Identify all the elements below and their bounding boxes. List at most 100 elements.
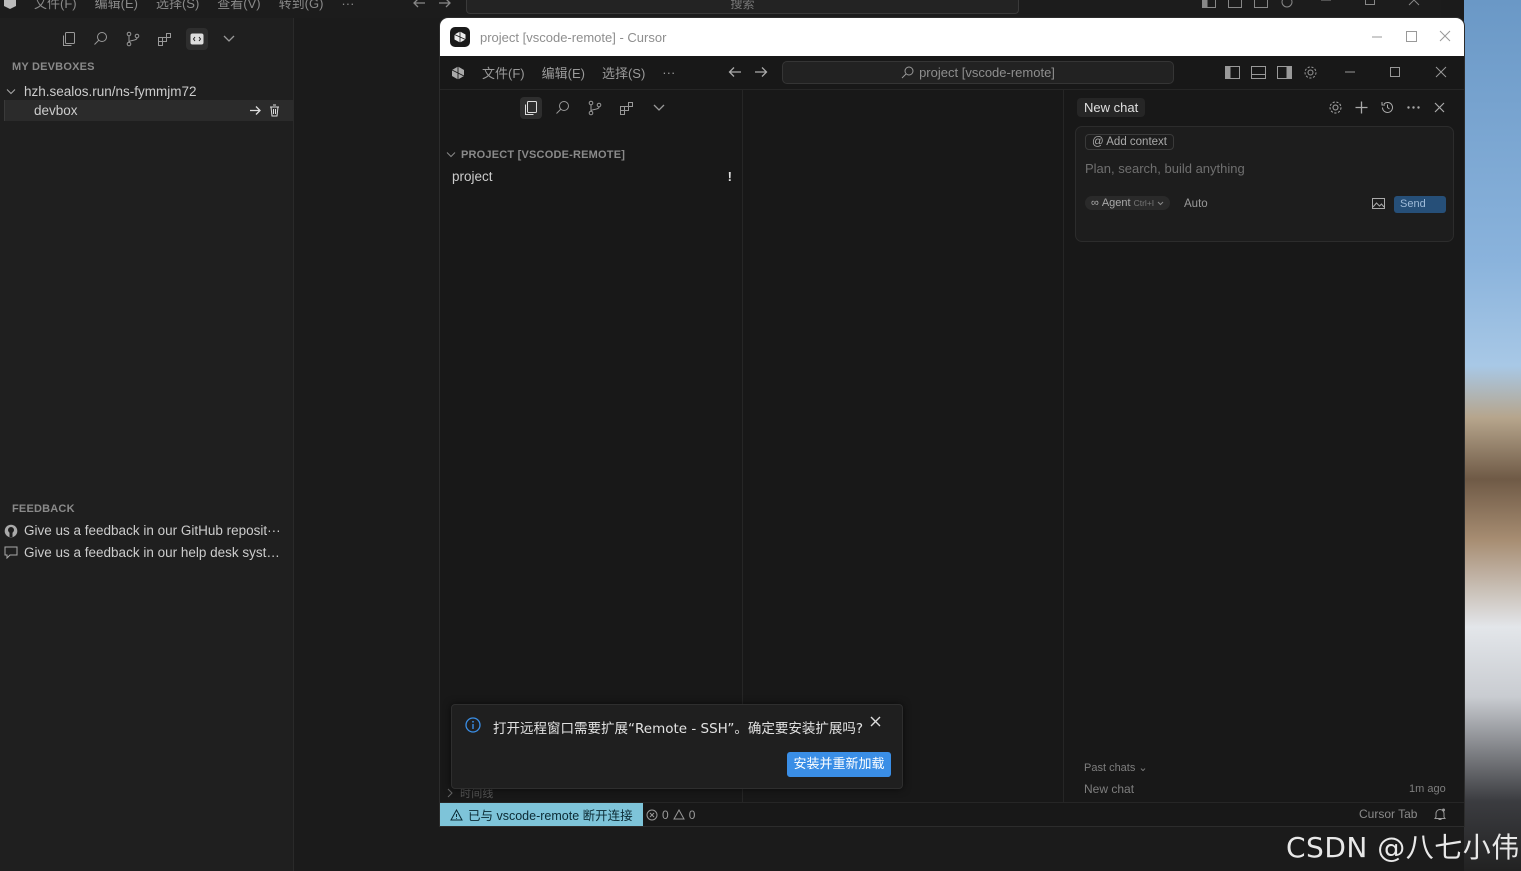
add-context-label: Add context <box>1106 136 1167 148</box>
chat-input-box[interactable]: @ Add context Plan, search, build anythi… <box>1075 126 1454 242</box>
chat-settings-gear-icon[interactable] <box>1327 99 1344 116</box>
remote-status-label: 已与 vscode-remote 断开连接 <box>468 809 633 823</box>
window-title: project [vscode-remote] - Cursor <box>480 29 667 45</box>
history-icon[interactable] <box>1379 99 1396 116</box>
bg-layout-icons[interactable] <box>1202 0 1294 8</box>
send-button[interactable]: Send <box>1394 196 1446 213</box>
devboxes-header[interactable]: MY DEVBOXES <box>12 61 95 73</box>
toggle-secondary-sidebar-icon[interactable] <box>1277 66 1292 79</box>
close-chat-icon[interactable] <box>1431 99 1448 116</box>
bg-menu-file[interactable]: 文件(F) <box>34 0 77 10</box>
toggle-panel-icon[interactable] <box>1251 66 1266 79</box>
send-label: Send <box>1400 198 1426 210</box>
bg-forward-arrow-icon[interactable] <box>438 0 452 8</box>
github-icon <box>4 524 18 538</box>
explorer-sidebar: PROJECT [VSCODE-REMOTE] project ! 时间线 <box>440 90 743 802</box>
past-chats-label: Past chats <box>1084 762 1136 774</box>
info-icon <box>465 717 481 733</box>
recent-chat-item[interactable]: New chat <box>1084 782 1134 796</box>
add-context-button[interactable]: @ Add context <box>1085 134 1174 150</box>
bg-sidebar: MY DEVBOXES hzh.sealos.run/ns-fymmjm72 d… <box>0 18 294 871</box>
devbox-row[interactable]: devbox <box>4 100 294 121</box>
bg-source-control-icon[interactable] <box>122 28 144 50</box>
feedback-helpdesk-label: Give us a feedback in our help desk syst… <box>24 545 286 560</box>
notification-bell-icon[interactable] <box>1434 808 1446 821</box>
app-menu-logo-icon[interactable] <box>451 66 465 80</box>
desktop-wallpaper <box>1464 0 1521 871</box>
close-icon[interactable] <box>1439 30 1451 42</box>
problems-indicator[interactable]: 0 0 <box>646 803 695 826</box>
install-and-reload-button[interactable]: 安装并重新加载 <box>787 752 891 777</box>
host-label: hzh.sealos.run/ns-fymmjm72 <box>24 84 197 99</box>
warning-triangle-icon <box>450 808 463 821</box>
trash-icon[interactable] <box>269 104 280 117</box>
editor-area[interactable] <box>744 90 1064 802</box>
menu-edit[interactable]: 编辑(E) <box>542 63 585 82</box>
agent-shortcut: Ctrl+I <box>1133 198 1155 208</box>
bg-more-views-chevron-icon[interactable] <box>218 28 240 50</box>
image-attach-icon[interactable] <box>1372 198 1385 209</box>
chat-input-placeholder[interactable]: Plan, search, build anything <box>1085 161 1245 176</box>
bg-menu-select[interactable]: 选择(S) <box>156 0 199 10</box>
back-arrow-icon[interactable] <box>728 66 742 78</box>
bg-explorer-icon[interactable] <box>58 28 80 50</box>
bg-menu-goto[interactable]: 转到(G) <box>279 0 324 10</box>
bg-menu-view[interactable]: 查看(V) <box>217 0 260 10</box>
more-views-chevron-icon[interactable] <box>648 97 670 119</box>
past-chats-toggle[interactable]: Past chats ⌄ <box>1084 761 1148 774</box>
toast-close-icon[interactable] <box>870 716 881 727</box>
minimize-icon[interactable] <box>1371 31 1383 43</box>
chevron-right-icon <box>446 788 454 798</box>
agent-mode-selector[interactable]: ∞ Agent Ctrl+I <box>1085 196 1171 210</box>
feedback-header[interactable]: FEEDBACK <box>12 503 75 515</box>
recent-chat-time: 1m ago <box>1409 783 1446 795</box>
feedback-helpdesk-row[interactable]: Give us a feedback in our help desk syst… <box>4 545 286 560</box>
tree-item-project[interactable]: project ! <box>452 169 732 184</box>
chevron-down-icon <box>446 151 456 159</box>
warning-icon <box>672 809 685 820</box>
search-view-icon[interactable] <box>552 97 574 119</box>
settings-gear-icon[interactable] <box>1303 65 1318 80</box>
project-section-header[interactable]: PROJECT [VSCODE-REMOTE] <box>446 149 625 161</box>
source-control-icon[interactable] <box>584 97 606 119</box>
tree-item-label: project <box>452 169 493 184</box>
bg-menu-edit[interactable]: 编辑(E) <box>95 0 138 10</box>
bg-extensions-icon[interactable] <box>154 28 176 50</box>
chat-tab-new-chat[interactable]: New chat <box>1077 98 1146 117</box>
chevron-down-icon <box>6 88 16 96</box>
bg-menu-more[interactable]: ··· <box>341 0 354 10</box>
forward-arrow-icon[interactable] <box>754 66 768 78</box>
command-center[interactable]: project [vscode-remote] <box>782 61 1174 84</box>
error-count: 0 <box>662 807 669 822</box>
new-chat-plus-icon[interactable] <box>1353 99 1370 116</box>
connect-arrow-icon[interactable] <box>249 105 262 116</box>
notification-message: 打开远程窗口需要扩展“Remote - SSH”。确定要安装扩展吗? <box>493 721 864 737</box>
window-titlebar[interactable]: project [vscode-remote] - Cursor <box>440 18 1464 56</box>
bg-search-box[interactable]: 搜索 <box>466 0 1019 14</box>
remote-status-indicator[interactable]: 已与 vscode-remote 断开连接 <box>440 803 643 826</box>
menu-more[interactable]: ··· <box>662 65 675 80</box>
explorer-icon[interactable] <box>520 97 542 119</box>
extensions-icon[interactable] <box>616 97 638 119</box>
menubar-minimize-icon[interactable] <box>1344 66 1356 78</box>
feedback-github-row[interactable]: Give us a feedback in our GitHub reposit… <box>4 523 286 538</box>
toggle-primary-sidebar-icon[interactable] <box>1225 66 1240 79</box>
more-ellipsis-icon[interactable] <box>1405 99 1422 116</box>
menu-file[interactable]: 文件(F) <box>482 63 525 82</box>
menubar-close-icon[interactable] <box>1435 66 1447 78</box>
bg-back-arrow-icon[interactable] <box>412 0 426 8</box>
bg-search-icon[interactable] <box>90 28 112 50</box>
host-row[interactable]: hzh.sealos.run/ns-fymmjm72 <box>6 84 197 99</box>
chat-toolbar <box>1327 99 1448 116</box>
status-bar: 已与 vscode-remote 断开连接 0 0 Cursor Tab <box>440 802 1464 826</box>
menu-select[interactable]: 选择(S) <box>602 63 645 82</box>
maximize-icon[interactable] <box>1405 30 1418 43</box>
bg-window-controls[interactable] <box>1320 0 1420 6</box>
cursor-tab-status[interactable]: Cursor Tab <box>1359 807 1417 821</box>
activity-bar <box>520 97 670 119</box>
model-selector[interactable]: Auto <box>1184 198 1208 210</box>
menubar-maximize-icon[interactable] <box>1389 66 1401 78</box>
chat-panel: New chat @ Add context Plan, search, bui… <box>1065 90 1464 802</box>
bg-devbox-icon[interactable] <box>186 28 208 50</box>
warning-badge: ! <box>727 169 732 184</box>
